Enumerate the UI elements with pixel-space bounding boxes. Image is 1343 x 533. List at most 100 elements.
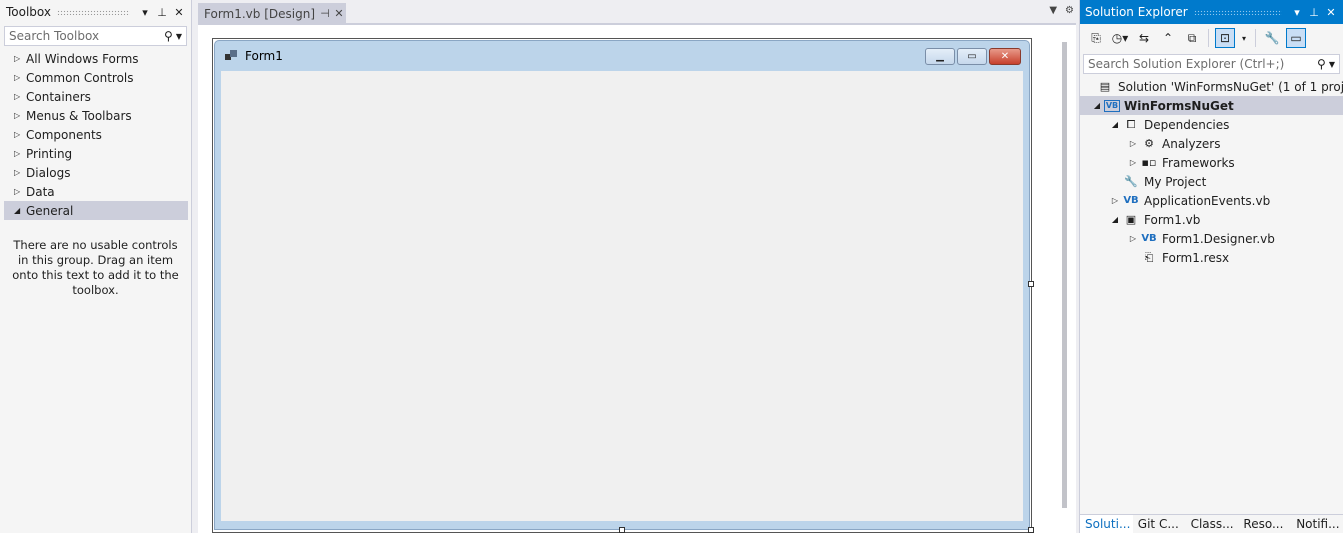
solution-explorer-search-input[interactable]: Search Solution Explorer (Ctrl+;) ⚲ ▼ <box>1083 54 1340 74</box>
resize-handle-right[interactable] <box>1028 281 1034 287</box>
collapsed-arrow-icon[interactable]: ▷ <box>14 92 26 101</box>
collapsed-arrow-icon[interactable]: ▷ <box>14 73 26 82</box>
toolbox-group-label: All Windows Forms <box>26 51 139 66</box>
solution-explorer-panel: Solution Explorer ▾ ⊥ ✕ ⎘ ◷▾ ⇆ ⌃ ⧉ ⊡ ▾ 🔧… <box>1079 0 1343 533</box>
expanded-arrow-icon[interactable]: ◢ <box>1108 120 1122 129</box>
solution-explorer-bottom-tabs: Soluti... Git C... Class... Reso... Notifi..… <box>1080 514 1343 533</box>
tree-item-label: ApplicationEvents.vb <box>1144 193 1271 208</box>
solution-tree: ▤ Solution 'WinFormsNuGet' (1 of 1 projec… <box>1080 77 1343 267</box>
tree-item-label: Form1.vb <box>1144 212 1201 227</box>
search-icon[interactable]: ⚲ <box>164 29 173 43</box>
toolbox-group-data[interactable]: ▷ Data <box>4 182 188 201</box>
collapsed-arrow-icon[interactable]: ▷ <box>14 187 26 196</box>
sync-with-active-document-icon[interactable]: ⇆ <box>1134 28 1154 48</box>
collapsed-arrow-icon[interactable]: ▷ <box>1126 139 1140 148</box>
tab-form1-design[interactable]: Form1.vb [Design] ⊣ ✕ <box>198 3 346 24</box>
toolbox-group-label: Containers <box>26 89 91 104</box>
toolbox-group-dialogs[interactable]: ▷ Dialogs <box>4 163 188 182</box>
tree-item[interactable]: ◢ VB WinFormsNuGet <box>1080 96 1343 115</box>
toolbox-group-components[interactable]: ▷ Components <box>4 125 188 144</box>
toolbox-group-label: Menus & Toolbars <box>26 108 132 123</box>
collapsed-arrow-icon[interactable]: ▷ <box>1126 158 1140 167</box>
expanded-arrow-icon[interactable]: ◢ <box>1108 215 1122 224</box>
show-all-files-icon[interactable]: ⧉ <box>1182 28 1202 48</box>
toolbox-drag-grip[interactable] <box>57 9 130 15</box>
form1-design-window[interactable]: Form1 ▁ ▭ ✕ <box>214 40 1030 530</box>
tree-item[interactable]: ⎗ Form1.resx <box>1080 248 1343 267</box>
collapsed-arrow-icon[interactable]: ▷ <box>14 168 26 177</box>
search-options-dropdown-icon[interactable]: ▼ <box>176 32 182 41</box>
tree-item-label: My Project <box>1144 174 1207 189</box>
designer-vertical-scrollbar[interactable] <box>1062 42 1067 508</box>
tab-pin-icon[interactable]: ⊣ <box>318 7 332 20</box>
bottom-tab[interactable]: Reso... <box>1238 515 1291 533</box>
tree-item-label: Frameworks <box>1162 155 1235 170</box>
preview-selected-items-icon[interactable]: ⊡ <box>1215 28 1235 48</box>
tree-item[interactable]: ▤ Solution 'WinFormsNuGet' (1 of 1 projec… <box>1080 77 1343 96</box>
pin-icon[interactable]: ⊥ <box>1306 4 1322 20</box>
preview-dropdown-icon[interactable]: ▾ <box>1239 28 1249 48</box>
tree-item[interactable]: ▷ VB Form1.Designer.vb <box>1080 229 1343 248</box>
toolbox-group-menus-toolbars[interactable]: ▷ Menus & Toolbars <box>4 106 188 125</box>
toolbox-group-general[interactable]: ◢ General <box>4 201 188 220</box>
tree-item[interactable]: ◢ ▣ Form1.vb <box>1080 210 1343 229</box>
search-options-dropdown-icon[interactable]: ▼ <box>1329 60 1335 69</box>
bottom-tab[interactable]: Soluti... <box>1080 515 1133 533</box>
tab-close-icon[interactable]: ✕ <box>332 7 346 20</box>
tree-item[interactable]: ◢ ⧠ Dependencies <box>1080 115 1343 134</box>
toolbox-group-printing[interactable]: ▷ Printing <box>4 144 188 163</box>
collapse-all-icon[interactable]: ⌃ <box>1158 28 1178 48</box>
form-client-area[interactable] <box>221 71 1023 521</box>
minimize-icon[interactable]: ▁ <box>925 47 955 65</box>
form-file-icon: ▣ <box>1125 213 1137 226</box>
window-position-dropdown-icon[interactable]: ▾ <box>137 4 153 20</box>
bottom-tab[interactable]: Notifi... <box>1291 515 1343 533</box>
pin-icon[interactable]: ⊥ <box>154 4 170 20</box>
window-position-dropdown-icon[interactable]: ▾ <box>1289 4 1305 20</box>
bottom-tab[interactable]: Class... <box>1186 515 1239 533</box>
search-icon[interactable]: ⚲ <box>1317 57 1326 71</box>
toolbox-search-input[interactable]: Search Toolbox ⚲ ▼ <box>4 26 187 46</box>
vb-file-icon: VB <box>1141 233 1157 244</box>
tree-item[interactable]: ▷ ⚙ Analyzers <box>1080 134 1343 153</box>
collapsed-arrow-icon[interactable]: ▷ <box>14 149 26 158</box>
toolbox-group-containers[interactable]: ▷ Containers <box>4 87 188 106</box>
expanded-arrow-icon[interactable]: ◢ <box>14 206 26 215</box>
settings-gear-icon[interactable]: ⚙ <box>1065 5 1074 16</box>
bottom-tab[interactable]: Git C... <box>1133 515 1186 533</box>
tree-item[interactable]: ▷ ▪▫ Frameworks <box>1080 153 1343 172</box>
collapsed-arrow-icon[interactable]: ▷ <box>14 111 26 120</box>
collapsed-arrow-icon[interactable]: ▷ <box>14 54 26 63</box>
tab-list-dropdown-icon[interactable]: ▼ <box>1049 5 1057 16</box>
analyzers-icon: ⚙ <box>1144 137 1154 150</box>
toolbox-search-placeholder: Search Toolbox <box>9 29 100 43</box>
close-window-icon[interactable]: ✕ <box>989 47 1021 65</box>
resize-handle-bottom-right[interactable] <box>1028 527 1034 533</box>
tree-item[interactable]: ▷ VB ApplicationEvents.vb <box>1080 191 1343 210</box>
close-icon[interactable]: ✕ <box>1323 4 1339 20</box>
solution-explorer-drag-grip[interactable] <box>1193 9 1282 15</box>
expanded-arrow-icon[interactable]: ◢ <box>1090 101 1104 110</box>
form-titlebar[interactable]: Form1 ▁ ▭ ✕ <box>215 41 1029 71</box>
pending-changes-filter-icon[interactable]: ◷▾ <box>1110 28 1130 48</box>
toolbox-group-all-windows-forms[interactable]: ▷ All Windows Forms <box>4 49 188 68</box>
toolbox-group-common-controls[interactable]: ▷ Common Controls <box>4 68 188 87</box>
toolbox-title: Toolbox <box>6 5 51 19</box>
close-icon[interactable]: ✕ <box>171 4 187 20</box>
properties-wrench-icon[interactable]: 🔧 <box>1262 28 1282 48</box>
tree-item-label: Analyzers <box>1162 136 1221 151</box>
maximize-icon[interactable]: ▭ <box>957 47 987 65</box>
solution-explorer-title: Solution Explorer <box>1085 5 1188 19</box>
collapsed-arrow-icon[interactable]: ▷ <box>14 130 26 139</box>
view-designer-icon[interactable]: ▭ <box>1286 28 1306 48</box>
resize-handle-bottom[interactable] <box>619 527 625 533</box>
resx-file-icon: ⎗ <box>1144 250 1154 264</box>
form-title: Form1 <box>245 49 283 63</box>
my-project-icon: 🔧 <box>1124 175 1138 188</box>
collapsed-arrow-icon[interactable]: ▷ <box>1108 196 1122 205</box>
toolbox-empty-message[interactable]: There are no usable controls in this gro… <box>0 238 191 298</box>
switch-views-icon[interactable]: ⎘ <box>1086 28 1106 48</box>
tree-item[interactable]: 🔧 My Project <box>1080 172 1343 191</box>
collapsed-arrow-icon[interactable]: ▷ <box>1126 234 1140 243</box>
toolbox-group-label: Dialogs <box>26 165 71 180</box>
